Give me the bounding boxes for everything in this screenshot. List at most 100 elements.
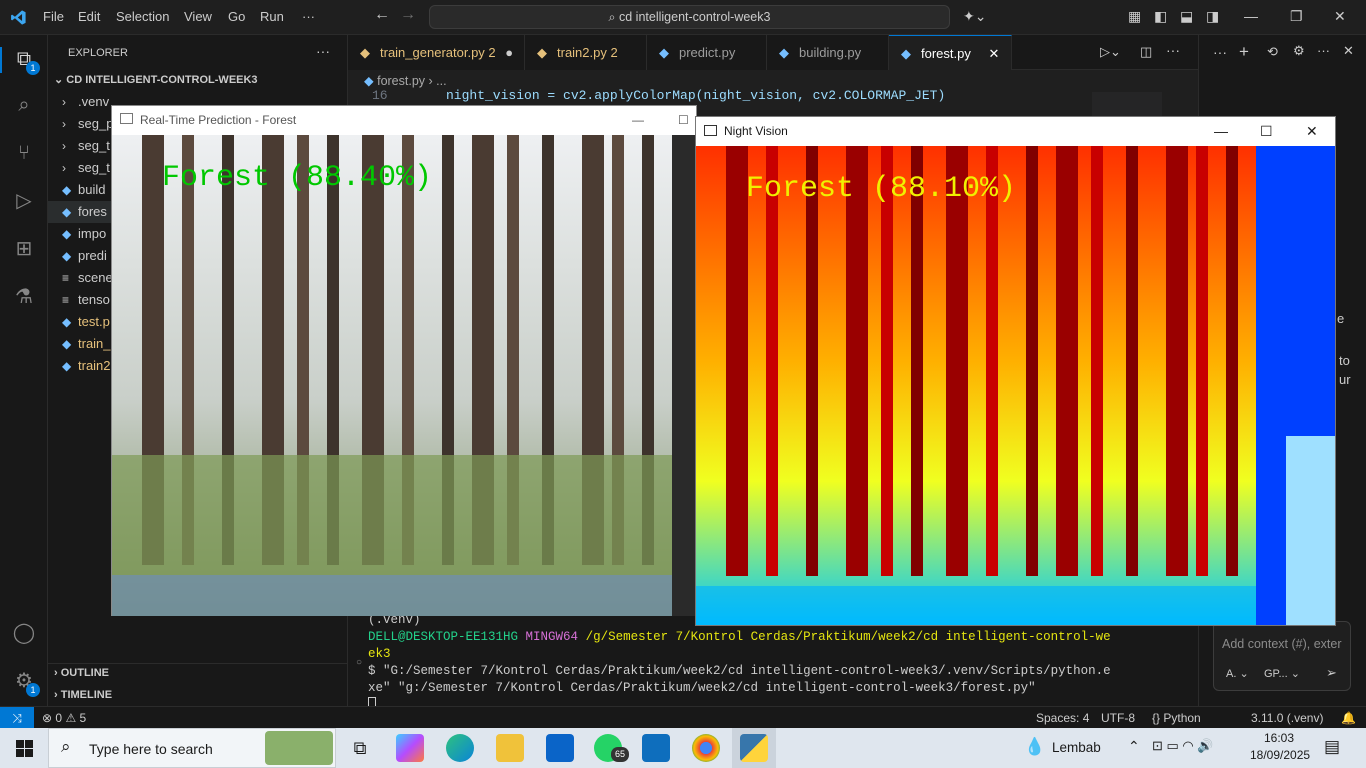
maximize-icon[interactable]: ☐ [1260,117,1273,145]
tab-train-generator[interactable]: ◆ train_generator.py 2 ● [348,35,525,70]
breadcrumb-file[interactable]: forest.py [377,74,425,88]
outline-section[interactable]: › OUTLINE [54,667,109,679]
mode-select[interactable]: A. ⌄ [1226,667,1249,680]
window-titlebar[interactable]: Night Vision — ☐ ✕ [696,117,1335,145]
tab-forest[interactable]: ◆ forest.py ✕ [889,35,1012,70]
panel-close-icon[interactable]: ✕ [1343,43,1354,59]
extensions-icon[interactable]: ⊞ [12,237,36,261]
tray-icons[interactable]: ⊡ ▭ ◠ 🔊 [1152,738,1214,754]
folder-header[interactable]: ⌄ CD INTELLIGENT-CONTROL-WEEK3 [54,73,258,86]
windows-start-icon[interactable] [16,740,33,757]
close-tab-icon[interactable]: ✕ [988,46,999,61]
run-file-icon[interactable]: ▷⌄ [1100,44,1121,60]
edge-icon[interactable] [446,734,474,762]
tab-predict[interactable]: ◆ predict.py [647,35,767,70]
tray-chevron-up-icon[interactable]: ⌃ [1128,738,1140,755]
python-file-icon: ◆ [360,45,370,60]
vscode-logo-icon[interactable] [10,9,27,26]
history-icon[interactable]: ⟲ [1267,44,1278,60]
breadcrumb-rest[interactable]: ... [436,74,446,88]
chat-text-fragment: to [1339,353,1350,368]
panel-more-icon[interactable]: ··· [1213,44,1227,60]
menu-edit[interactable]: Edit [78,9,100,24]
manage-badge: 1 [26,683,40,697]
account-icon[interactable]: ◯ [12,621,36,645]
problems-indicator[interactable]: ⊗ 0 ⚠ 5 [42,707,86,729]
minimize-icon[interactable]: — [632,106,644,134]
tab-train2[interactable]: ◆ train2.py 2 [525,35,647,70]
menu-more[interactable]: ··· [302,9,315,24]
toggle-panel-icon[interactable]: ⬓ [1180,8,1193,25]
send-icon[interactable]: ➢ [1326,665,1337,681]
search-icon: ⌕ [61,737,71,756]
menu-file[interactable]: File [43,9,64,24]
weather-label[interactable]: Lembab [1052,740,1101,755]
toggle-secondary-sidebar-icon[interactable]: ◨ [1206,8,1219,25]
menu-run[interactable]: Run [260,9,284,24]
testing-icon[interactable]: ⚗ [12,285,36,309]
menu-go[interactable]: Go [228,9,245,24]
source-control-icon[interactable]: ⑂ [12,141,36,165]
python-file-icon: ◆ [62,337,72,351]
python-interpreter[interactable]: 3.11.0 (.venv) [1251,707,1323,729]
clock-date[interactable]: 18/09/2025 [1250,748,1310,762]
outlook-icon[interactable] [546,734,574,762]
terminal[interactable]: (.venv) DELL@DESKTOP-EE131HG MINGW64 /g/… [348,612,1198,712]
code-line[interactable]: 16 night_vision = cv2.applyColorMap(nigh… [348,88,1088,106]
more-actions-icon[interactable]: ··· [316,43,330,59]
tree-trunk [1026,146,1038,576]
model-select[interactable]: GP... ⌄ [1264,667,1300,680]
chevron-right-icon: › [62,117,66,131]
menu-selection[interactable]: Selection [116,9,169,24]
close-icon[interactable]: ✕ [1306,117,1318,145]
forward-arrow-icon[interactable]: → [400,6,416,24]
circle-dot-icon: ○ [356,658,363,669]
task-view-icon[interactable]: ⧉ [346,734,374,762]
back-arrow-icon[interactable]: ← [374,6,390,24]
notifications-icon[interactable]: ▤ [1324,737,1340,757]
realtime-prediction-window[interactable]: Real-Time Prediction - Forest — ☐ Forest… [111,105,697,616]
prediction-overlay-text: Forest (88.40%) [162,161,432,195]
command-center-search[interactable]: ⌕ cd intelligent-control-week3 [429,5,950,29]
run-debug-icon[interactable]: ▷ [12,189,36,213]
vscode-taskbar-icon[interactable] [642,734,670,762]
chevron-right-icon: › [62,95,66,109]
python-taskbar-icon[interactable] [740,734,768,762]
chevron-right-icon: › [62,161,66,175]
file-explorer-icon[interactable] [496,734,524,762]
remote-indicator[interactable]: ⤨ [0,707,34,728]
close-icon[interactable]: ✕ [1334,8,1346,25]
menu-view[interactable]: View [184,9,212,24]
notifications-bell-icon[interactable]: 🔔 [1341,707,1356,729]
taskbar-search-box[interactable]: ⌕ Type here to search [48,728,336,768]
clock-time[interactable]: 16:03 [1264,731,1294,745]
copilot-icon[interactable]: ✦⌄ [963,8,986,25]
new-chat-icon[interactable]: + [1239,42,1249,62]
split-editor-icon[interactable]: ◫ [1140,44,1152,60]
chat-input-box[interactable]: Add context (#), exter A. ⌄ GP... ⌄ ➢ [1213,621,1351,691]
minimize-icon[interactable]: — [1244,8,1258,24]
timeline-section[interactable]: › TIMELINE [54,689,112,701]
text-file-icon: ≡ [62,293,70,307]
panel-more-icon[interactable]: ··· [1317,43,1330,58]
file-tree-label: seg_p [78,116,114,131]
maximize-icon[interactable]: ☐ [678,106,689,134]
restore-icon[interactable]: ❐ [1290,8,1303,25]
python-file-icon: ◆ [659,45,669,60]
night-vision-window[interactable]: Night Vision — ☐ ✕ Forest (88.10%) [695,116,1336,626]
window-titlebar[interactable]: Real-Time Prediction - Forest — ☐ [112,106,696,134]
chrome-icon[interactable] [692,734,720,762]
settings-gear-icon[interactable]: ⚙ [1293,43,1305,59]
layout-icon[interactable]: ▦ [1128,8,1141,25]
encoding-setting[interactable]: UTF-8 [1101,707,1135,729]
tree-trunk [1196,146,1208,576]
search-icon[interactable]: ⌕ [12,93,36,117]
toggle-sidebar-icon[interactable]: ◧ [1154,8,1167,25]
language-mode[interactable]: {} Python [1152,707,1201,729]
indentation-setting[interactable]: Spaces: 4 [1036,707,1089,729]
modified-dot-icon[interactable]: ● [505,45,513,60]
tab-building[interactable]: ◆ building.py [767,35,889,70]
minimize-icon[interactable]: — [1214,117,1228,145]
copilot-icon[interactable] [396,734,424,762]
editor-more-icon[interactable]: ··· [1166,42,1180,58]
